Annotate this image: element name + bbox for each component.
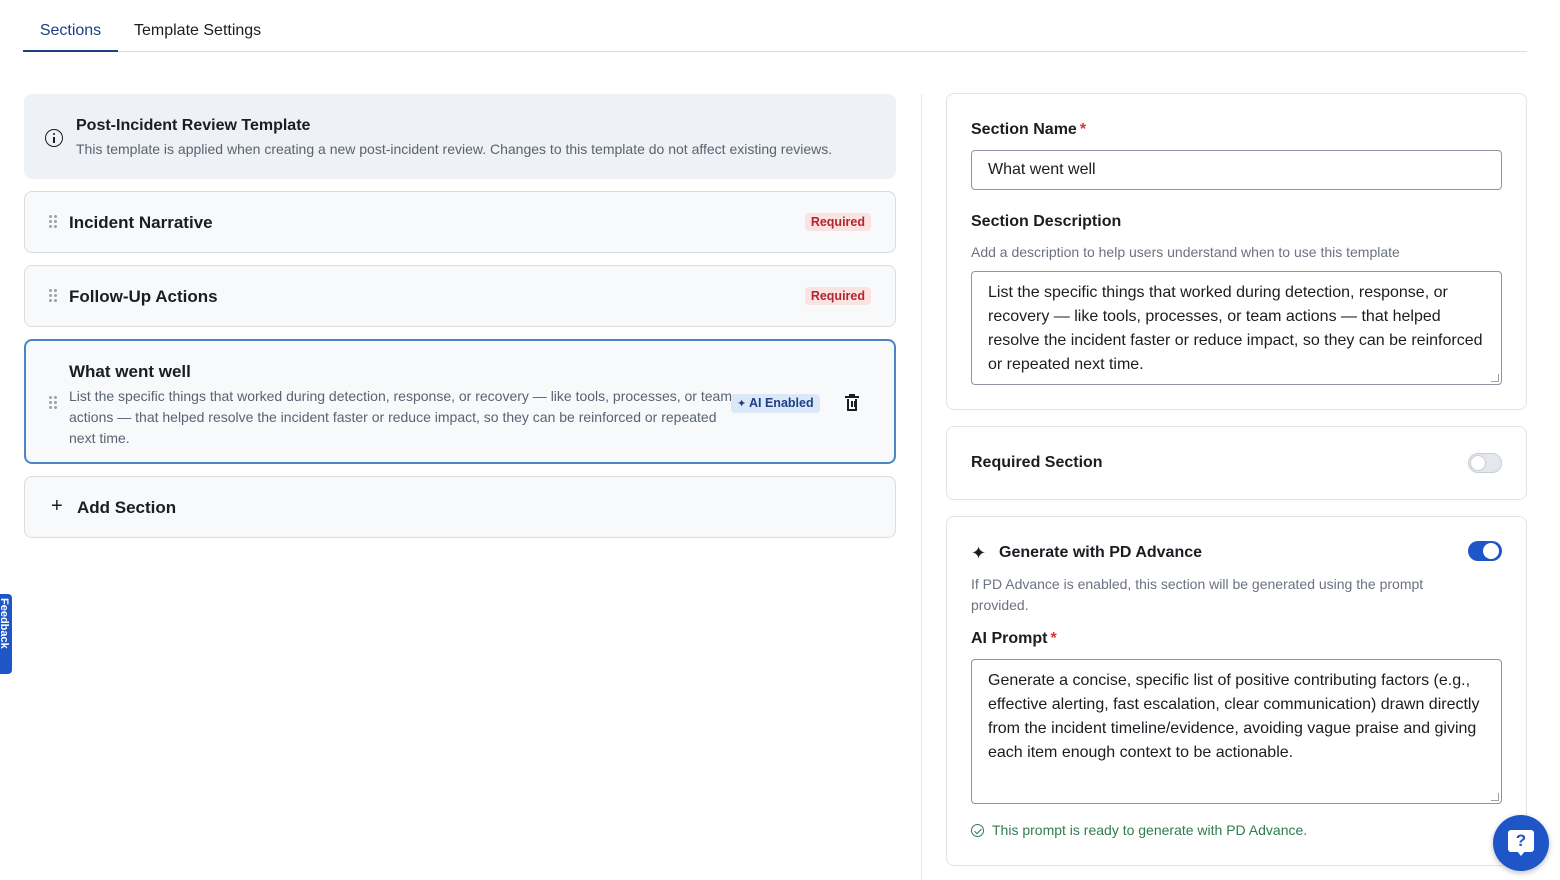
required-section-toggle[interactable] bbox=[1468, 453, 1502, 473]
drag-handle-icon[interactable] bbox=[49, 289, 57, 303]
section-description-label: Section Description bbox=[971, 213, 1122, 230]
section-title: What went well bbox=[69, 362, 191, 381]
template-title: Post-Incident Review Template bbox=[76, 117, 311, 134]
required-section-label: Required Section bbox=[971, 454, 1103, 471]
drag-handle-icon[interactable] bbox=[49, 396, 57, 410]
ai-prompt-textarea[interactable]: Generate a concise, specific list of pos… bbox=[971, 659, 1502, 804]
ai-enabled-label: AI Enabled bbox=[749, 396, 814, 410]
tab-template-settings[interactable]: Template Settings bbox=[134, 0, 261, 52]
drag-handle-icon[interactable] bbox=[49, 215, 57, 229]
ai-enabled-badge: ✦ AI Enabled bbox=[731, 394, 820, 413]
section-description-help: Add a description to help users understa… bbox=[971, 244, 1400, 260]
resize-handle-icon[interactable] bbox=[1491, 374, 1499, 382]
add-section-label: Add Section bbox=[77, 498, 177, 517]
section-title: Follow-Up Actions bbox=[69, 287, 218, 306]
template-info-banner: Post-Incident Review Template This templ… bbox=[24, 94, 896, 179]
pd-advance-help: If PD Advance is enabled, this section w… bbox=[971, 576, 1424, 613]
ai-prompt-label: AI Prompt * bbox=[971, 630, 1057, 647]
sparkle-icon: ✦ bbox=[971, 543, 987, 563]
section-card-follow-up-actions[interactable]: Follow-Up Actions Required bbox=[24, 265, 896, 327]
generate-with-pd-advance-label: Generate with PD Advance bbox=[999, 544, 1203, 561]
column-divider bbox=[921, 94, 922, 880]
section-description-textarea[interactable]: List the specific things that worked dur… bbox=[971, 271, 1502, 385]
section-description: List the specific things that worked dur… bbox=[69, 388, 732, 446]
feedback-tab[interactable]: Feedback bbox=[0, 594, 12, 674]
pd-advance-panel: ✦ Generate with PD Advance If PD Advance… bbox=[946, 516, 1527, 866]
tab-sections[interactable]: Sections bbox=[23, 0, 118, 52]
sparkle-icon: ✦ bbox=[737, 398, 747, 410]
tab-bar: Sections Template Settings bbox=[23, 0, 1527, 52]
section-details-panel: Section Name * What went well Section Des… bbox=[946, 93, 1527, 410]
required-section-panel: Required Section bbox=[946, 426, 1527, 500]
resize-handle-icon[interactable] bbox=[1491, 793, 1499, 801]
check-circle-icon bbox=[971, 824, 984, 837]
plus-icon: + bbox=[51, 495, 63, 517]
prompt-ready-status: This prompt is ready to generate with PD… bbox=[971, 822, 1307, 838]
required-badge: Required bbox=[804, 287, 871, 305]
help-chat-button[interactable]: ? bbox=[1493, 815, 1549, 871]
required-badge: Required bbox=[804, 213, 871, 231]
generate-with-pd-advance-toggle[interactable] bbox=[1468, 541, 1502, 561]
template-info-text: This template is applied when creating a… bbox=[76, 141, 833, 157]
add-section-button[interactable]: + Add Section bbox=[24, 476, 896, 538]
section-name-input[interactable]: What went well bbox=[971, 150, 1502, 190]
help-icon: ? bbox=[1508, 830, 1534, 856]
section-card-incident-narrative[interactable]: Incident Narrative Required bbox=[24, 191, 896, 253]
section-name-label: Section Name * bbox=[971, 121, 1087, 138]
section-title: Incident Narrative bbox=[69, 213, 213, 232]
trash-icon[interactable] bbox=[845, 394, 859, 411]
section-card-what-went-well[interactable]: What went well List the specific things … bbox=[24, 339, 896, 464]
info-icon bbox=[45, 129, 63, 147]
